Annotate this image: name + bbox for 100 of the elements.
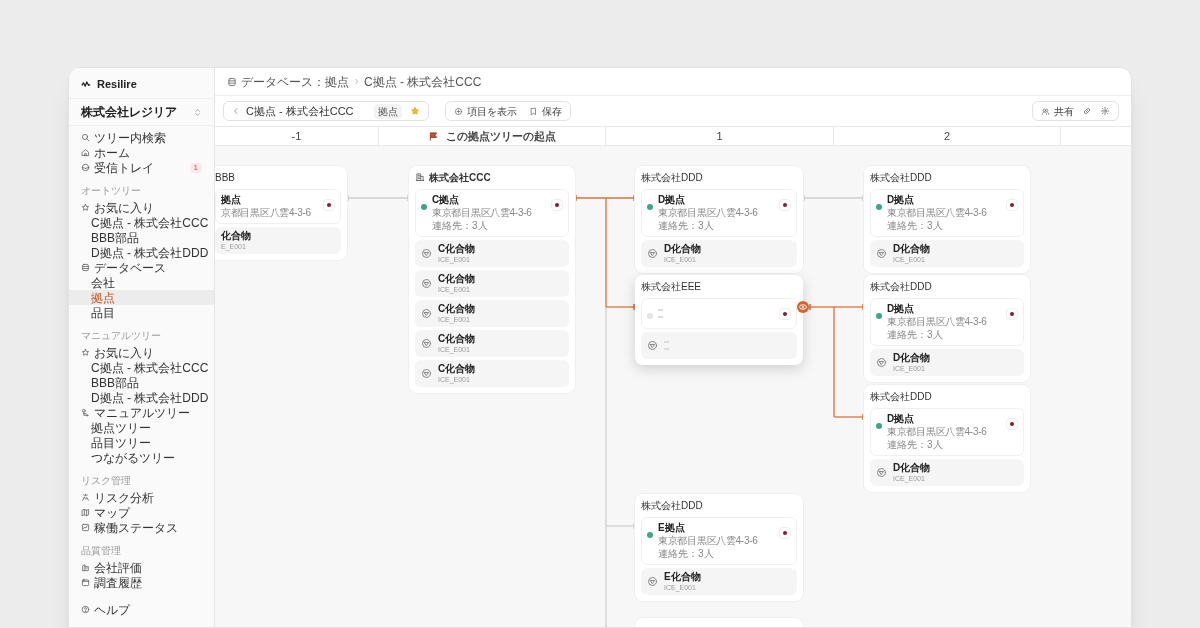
- inbox-icon: [81, 163, 90, 172]
- risk-marker-icon: [1006, 418, 1018, 430]
- settings-icon: [1100, 106, 1110, 116]
- sidebar-item[interactable]: 拠点ツリー: [69, 420, 214, 435]
- breadcrumb-item[interactable]: データベース：拠点: [241, 72, 349, 91]
- sidebar-item[interactable]: 会社: [69, 275, 214, 290]
- company-name: 株式会社CCC: [429, 170, 491, 185]
- sidebar-item[interactable]: リスク分析: [69, 490, 214, 505]
- site-name: E拠点: [658, 522, 686, 534]
- search-icon: [81, 133, 90, 142]
- bookmark-icon: [528, 106, 538, 116]
- site-address: 東京都目黒区八雲4-3-6: [432, 207, 533, 219]
- sidebar-item[interactable]: お気に入り: [69, 200, 214, 215]
- site-address: 東京都目黒区八雲4-3-6: [887, 316, 988, 328]
- sidebar-item[interactable]: BBB部品: [69, 230, 214, 245]
- tag-label: 拠点: [373, 103, 402, 119]
- sidebar-item[interactable]: C拠点 - 株式会社CCC: [69, 215, 214, 230]
- column-header: この拠点ツリーの起点: [445, 128, 556, 144]
- site-address: 東京都目黒区八雲4-3-6: [887, 207, 988, 219]
- compound-name: C化合物: [438, 333, 476, 345]
- section-label: オートツリー: [80, 186, 142, 197]
- contact-count: 連絡先：3人: [432, 220, 489, 232]
- sidebar-item[interactable]: 品目ツリー: [69, 435, 214, 450]
- risk-marker-icon: [1006, 199, 1018, 211]
- sidebar-item[interactable]: 品目: [69, 305, 214, 320]
- compound-icon: [647, 248, 658, 259]
- contact-count: 連絡先：3人: [887, 439, 944, 451]
- brand-name: Resilire: [97, 76, 137, 92]
- compound-icon: [876, 357, 887, 368]
- breadcrumb-item[interactable]: C拠点 - 株式会社CCC: [364, 72, 482, 91]
- sidebar-item[interactable]: ヘルプ: [69, 602, 214, 617]
- risk-marker-icon: [323, 199, 335, 211]
- sidebar-item[interactable]: データベース: [69, 260, 214, 275]
- site-name: 拠点: [221, 194, 242, 206]
- risk-marker-icon: [779, 308, 791, 320]
- contact-count: 連絡先：3人: [887, 220, 944, 232]
- compound-name: C化合物: [438, 303, 476, 315]
- compound-name: C化合物: [438, 363, 476, 375]
- link-icon: [1082, 106, 1092, 116]
- sidebar-item[interactable]: D拠点 - 株式会社DDD: [69, 245, 214, 260]
- compound-icon: [876, 467, 887, 478]
- favorite-star[interactable]: [409, 106, 420, 116]
- sidebar-item[interactable]: C拠点 - 株式会社CCC: [69, 360, 214, 375]
- sidebar-item[interactable]: マニュアルツリー: [69, 405, 214, 420]
- sidebar-item[interactable]: 拠点: [69, 290, 214, 305]
- sidebar-item[interactable]: ホーム: [69, 145, 214, 160]
- company-name: 株式会社DDD: [870, 279, 932, 294]
- help-icon: [81, 605, 90, 614]
- risk-marker-icon: [551, 199, 563, 211]
- settings-button[interactable]: [1100, 106, 1110, 116]
- sidebar-item[interactable]: BBB部品: [69, 375, 214, 390]
- site-address: 東京都目黒区八雲4-3-6: [887, 426, 988, 438]
- company-name: 株式会社DDD: [870, 389, 932, 404]
- sidebar-item[interactable]: D拠点 - 株式会社DDD: [69, 390, 214, 405]
- plus-icon: [453, 106, 463, 116]
- site-name: D拠点: [658, 194, 687, 206]
- home-icon: [81, 148, 90, 157]
- compound-name: E化合物: [664, 571, 701, 583]
- compound-name: 化合物: [221, 230, 251, 242]
- node-card[interactable]: 株式会社EEE: [635, 275, 803, 365]
- section-label: リスク管理: [80, 476, 132, 487]
- folder-icon: [81, 578, 90, 587]
- link-button[interactable]: [1082, 106, 1092, 116]
- risk-marker-icon: [779, 199, 791, 211]
- site-address: 東京都目黒区八雲4-3-6: [658, 535, 759, 547]
- column-header: -1: [291, 128, 302, 144]
- star-icon: [81, 203, 90, 212]
- sidebar-item[interactable]: マップ: [69, 505, 214, 520]
- site-name: D拠点: [887, 303, 916, 315]
- compound-icon: [421, 248, 432, 259]
- company-name: BBB: [215, 170, 235, 185]
- site-address: 京都目黒区八雲4-3-6: [221, 207, 312, 219]
- logo-icon: [81, 80, 91, 88]
- sidebar-item[interactable]: 受信トレイ 1: [69, 160, 214, 175]
- company-name: 株式会社DDD: [641, 170, 703, 185]
- toolbar-button[interactable]: 保存: [528, 103, 562, 119]
- sidebar-item[interactable]: 会社評価: [69, 560, 214, 575]
- compound-name: D化合物: [893, 462, 931, 474]
- users-icon: [1041, 106, 1050, 116]
- compound-icon: [647, 340, 658, 351]
- company-name: 株式会社EEE: [641, 279, 701, 294]
- section-label: 品質管理: [80, 546, 122, 557]
- sidebar-item[interactable]: 稼働ステータス: [69, 520, 214, 535]
- contact-count: 連絡先：3人: [658, 548, 715, 560]
- sidebar-item[interactable]: 調査履歴: [69, 575, 214, 590]
- compound-icon: [421, 338, 432, 349]
- site-name: C拠点: [432, 194, 461, 206]
- site-name: D拠点: [887, 194, 916, 206]
- sidebar-item[interactable]: お気に入り: [69, 345, 214, 360]
- map-icon: [81, 508, 90, 517]
- compound-icon: [421, 278, 432, 289]
- risk-marker-icon: [779, 527, 791, 539]
- compound-icon: [876, 248, 887, 259]
- column-header: 2: [943, 128, 951, 144]
- back-button[interactable]: C拠点 - 株式会社CCC: [232, 102, 354, 120]
- chevron-right-icon: [353, 78, 360, 85]
- compound-icon: [421, 308, 432, 319]
- sidebar-item[interactable]: つながるツリー: [69, 450, 214, 465]
- sidebar-item[interactable]: ツリー内検索: [69, 130, 214, 145]
- toolbar-button[interactable]: 項目を表示: [453, 103, 517, 119]
